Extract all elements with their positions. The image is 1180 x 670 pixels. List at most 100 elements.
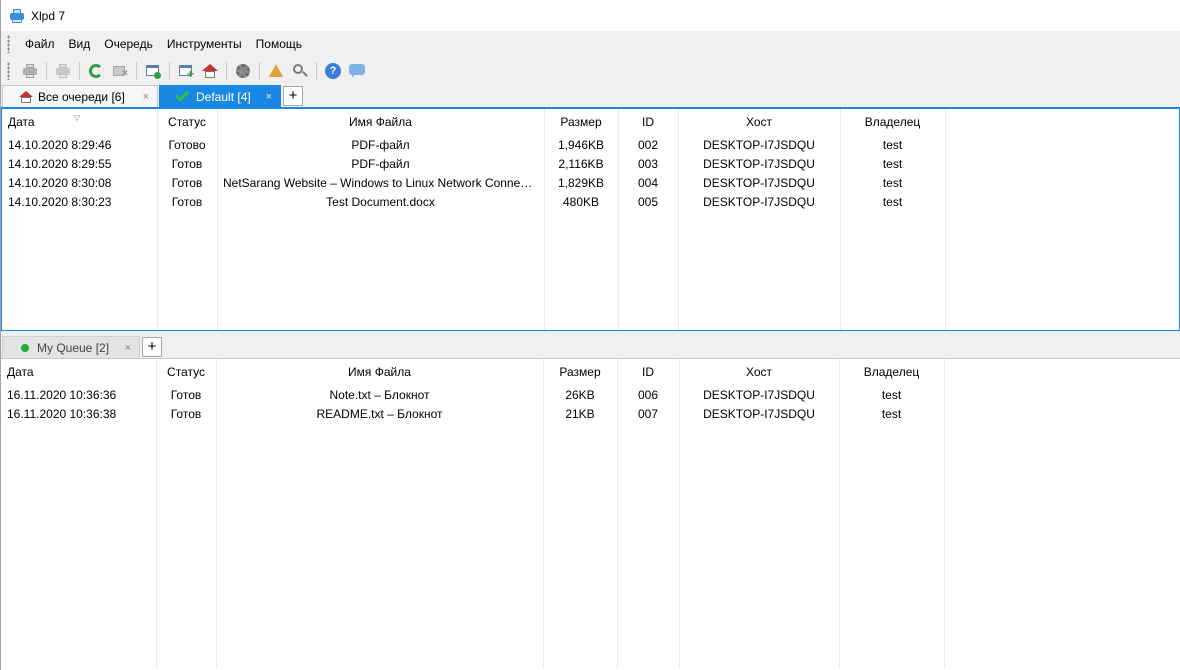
tab-my-queue[interactable]: My Queue [2] ×: [2, 336, 140, 358]
cell-date: 14.10.2020 8:29:46: [8, 137, 112, 152]
menu-tools[interactable]: Инструменты: [160, 33, 249, 55]
cell-date: 14.10.2020 8:30:23: [8, 194, 112, 209]
toolbar-separator: [316, 62, 317, 80]
cell-status: Готово: [168, 137, 206, 152]
column-header-file[interactable]: Имя Файла: [216, 365, 543, 379]
cell-date: 16.11.2020 10:36:38: [7, 406, 117, 421]
cancel-job-button[interactable]: ×: [109, 60, 131, 82]
toolbar-separator: [259, 62, 260, 80]
table-row[interactable]: 16.11.2020 10:36:38 Готов README.txt – Б…: [1, 404, 1180, 423]
check-icon: [175, 87, 190, 102]
column-header-owner[interactable]: Владелец: [840, 115, 945, 129]
table-row[interactable]: 14.10.2020 8:30:23 Готов Test Document.d…: [2, 192, 1179, 211]
cell-size: 26KB: [565, 387, 595, 402]
title-bar: Xlpd 7: [1, 0, 1180, 31]
print-disabled-icon: [55, 63, 71, 79]
cell-file: Test Document.docx: [326, 194, 435, 209]
add-tab-button[interactable]: +: [142, 337, 162, 357]
column-header-owner[interactable]: Владелец: [839, 365, 944, 379]
toolbar: × + ?: [1, 57, 1180, 85]
print-icon: [22, 63, 38, 79]
add-tab-button[interactable]: +: [283, 86, 303, 106]
tab-default[interactable]: Default [4] ×: [159, 85, 281, 107]
cell-date: 16.11.2020 10:36:36: [7, 387, 117, 402]
home-button[interactable]: [199, 60, 221, 82]
column-header-id[interactable]: ID: [617, 365, 679, 379]
close-icon[interactable]: ×: [143, 91, 149, 103]
cell-host: DESKTOP-I7JSDQU: [703, 194, 815, 209]
cell-host: DESKTOP-I7JSDQU: [703, 156, 815, 171]
sort-arrow-icon: ▽: [74, 115, 81, 122]
cell-owner: test: [881, 406, 902, 421]
cell-size: 2,116KB: [558, 156, 604, 171]
online-dot-icon: [21, 343, 29, 352]
column-header-host[interactable]: Хост: [679, 365, 839, 379]
print-button[interactable]: [19, 60, 41, 82]
help-button[interactable]: ?: [322, 60, 344, 82]
jobs-table-my-queue: Дата Статус Имя Файла Размер ID Хост Вла…: [1, 358, 1180, 669]
cell-id: 003: [637, 156, 659, 171]
close-icon[interactable]: ×: [266, 91, 272, 103]
menu-help[interactable]: Помощь: [249, 33, 309, 55]
add-queue-button[interactable]: +: [175, 60, 197, 82]
toolbar-separator: [79, 62, 80, 80]
column-header-status[interactable]: Статус: [156, 365, 216, 379]
cell-host: DESKTOP-I7JSDQU: [703, 387, 815, 402]
search-button[interactable]: [289, 60, 311, 82]
bottom-tabstrip: My Queue [2] × +: [1, 331, 1180, 358]
column-header-file[interactable]: Имя Файла: [217, 115, 544, 129]
home-icon: [19, 90, 33, 103]
cell-host: DESKTOP-I7JSDQU: [703, 406, 815, 421]
cell-file: PDF-файл: [351, 156, 410, 171]
menu-queue[interactable]: Очередь: [97, 33, 160, 55]
column-header-date[interactable]: Дата: [1, 365, 156, 379]
cell-owner: test: [882, 175, 903, 190]
cell-file: PDF-файл: [351, 137, 410, 152]
window-title: Xlpd 7: [31, 8, 66, 23]
cell-file: README.txt – Блокнот: [316, 406, 443, 421]
window-settings-button[interactable]: [142, 60, 164, 82]
tab-label: Default [4]: [196, 89, 251, 104]
cell-id: 005: [637, 194, 659, 209]
cell-size: 1,946KB: [557, 137, 605, 152]
table-row[interactable]: 14.10.2020 8:29:55 Готов PDF-файл 2,116K…: [2, 154, 1179, 173]
alerts-button[interactable]: [265, 60, 287, 82]
table-row[interactable]: 14.10.2020 8:29:46 Готово PDF-файл 1,946…: [2, 135, 1179, 154]
tab-all-queues[interactable]: Все очереди [6] ×: [2, 85, 158, 107]
column-header-status[interactable]: Статус: [157, 115, 217, 129]
cell-owner: test: [882, 194, 903, 209]
menu-file[interactable]: Файл: [18, 33, 62, 55]
column-header-id[interactable]: ID: [618, 115, 678, 129]
refresh-button[interactable]: [85, 60, 107, 82]
cell-id: 006: [637, 387, 659, 402]
settings-button[interactable]: [232, 60, 254, 82]
feedback-button[interactable]: [346, 60, 368, 82]
column-header-host[interactable]: Хост: [678, 115, 840, 129]
toolbar-separator: [226, 62, 227, 80]
table-header: Дата ▽ Статус Имя Файла Размер ID Хост Вл…: [2, 109, 1179, 135]
table-row[interactable]: 16.11.2020 10:36:36 Готов Note.txt – Бло…: [1, 385, 1180, 404]
search-icon: [292, 63, 308, 79]
add-queue-icon: +: [178, 63, 194, 80]
cell-id: 004: [637, 175, 659, 190]
chat-icon: [349, 63, 365, 79]
jobs-table-default: Дата ▽ Статус Имя Файла Размер ID Хост Вл…: [1, 107, 1180, 331]
close-icon[interactable]: ×: [125, 342, 131, 354]
table-header: Дата Статус Имя Файла Размер ID Хост Вла…: [1, 359, 1180, 385]
cell-host: DESKTOP-I7JSDQU: [703, 175, 815, 190]
menu-view[interactable]: Вид: [62, 33, 98, 55]
column-header-size[interactable]: Размер: [543, 365, 617, 379]
cell-date: 14.10.2020 8:29:55: [8, 156, 112, 171]
column-header-size[interactable]: Размер: [544, 115, 618, 129]
tab-label: My Queue [2]: [37, 340, 110, 355]
cell-file: NetSarang Website – Windows to Linux Net…: [223, 175, 540, 190]
cell-host: DESKTOP-I7JSDQU: [703, 137, 815, 152]
print-disabled-button[interactable]: [52, 60, 74, 82]
window-settings-icon: [145, 63, 161, 79]
cell-owner: test: [882, 156, 903, 171]
cell-status: Готов: [171, 194, 203, 209]
column-header-date[interactable]: Дата ▽: [2, 115, 157, 129]
table-row[interactable]: 14.10.2020 8:30:08 Готов NetSarang Websi…: [2, 173, 1179, 192]
cell-status: Готов: [170, 406, 202, 421]
cell-file: Note.txt – Блокнот: [329, 387, 430, 402]
